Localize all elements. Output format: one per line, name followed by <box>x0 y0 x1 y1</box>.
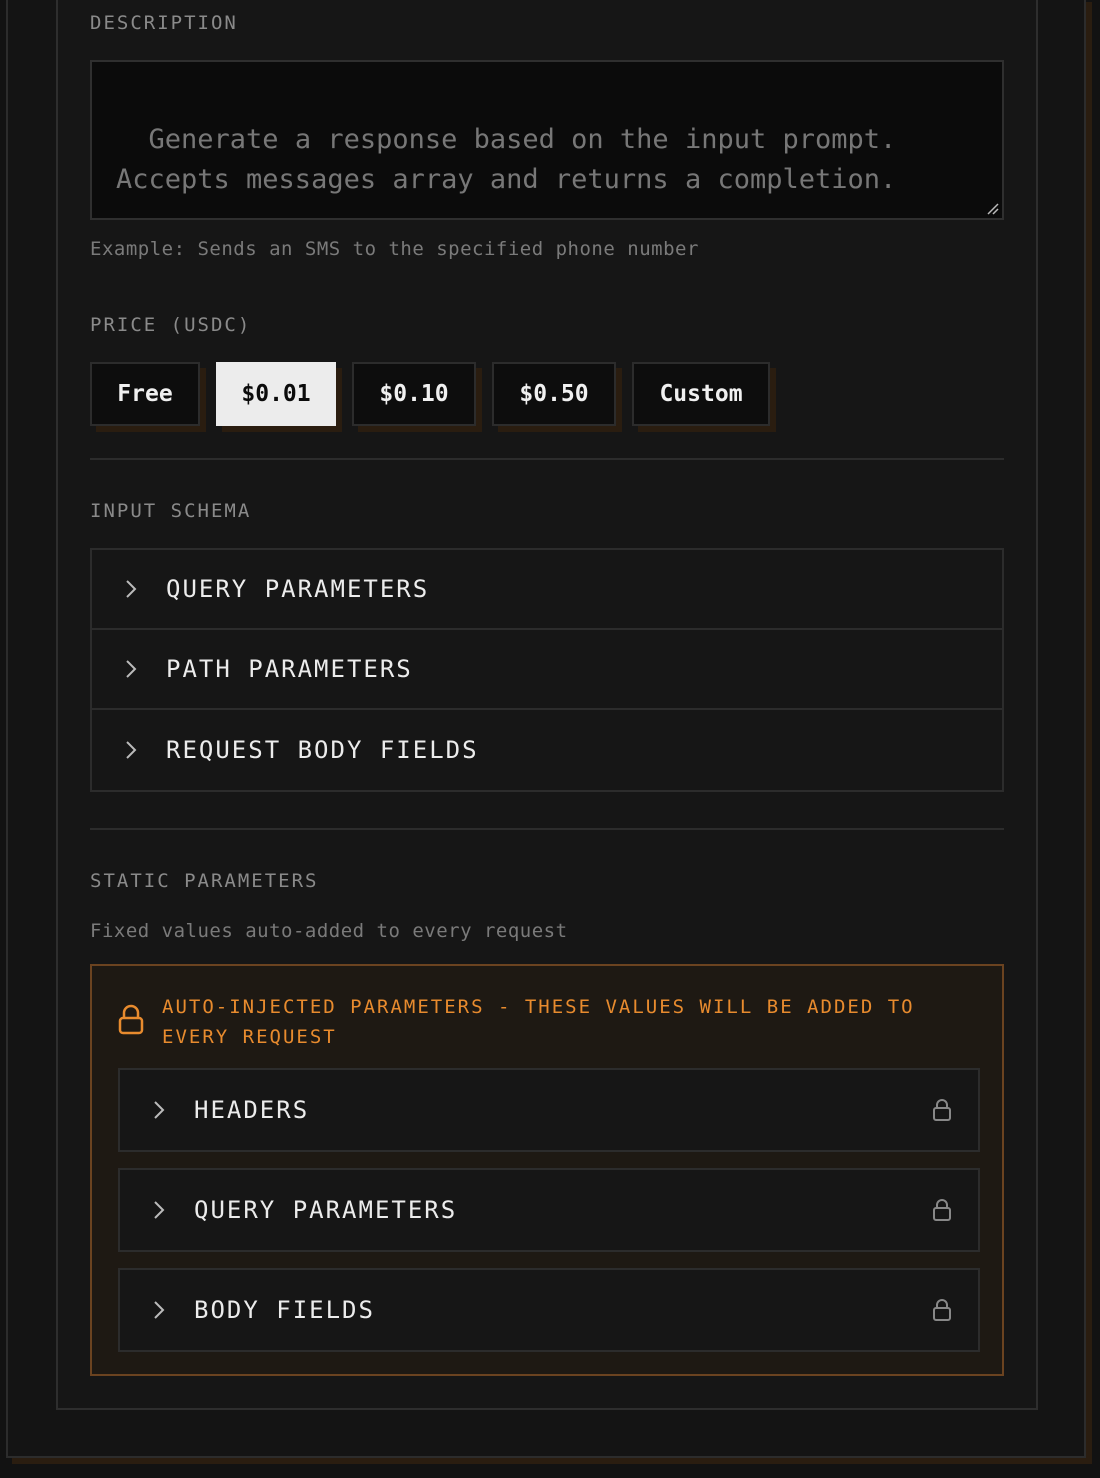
section-divider <box>90 458 1004 460</box>
price-option-0-10[interactable]: $0.10 <box>352 362 476 426</box>
lock-icon <box>933 1099 951 1121</box>
chevron-right-icon <box>124 657 144 681</box>
section-label: HEADERS <box>194 1096 310 1124</box>
input-schema-label: INPUT SCHEMA <box>90 500 252 522</box>
static-body-fields[interactable]: BODY FIELDS <box>118 1268 980 1352</box>
description-placeholder: Generate a response based on the input p… <box>116 124 897 195</box>
chevron-right-icon <box>124 738 144 762</box>
section-label: BODY FIELDS <box>194 1296 375 1324</box>
price-option-0-01[interactable]: $0.01 <box>216 362 336 426</box>
section-divider <box>90 828 1004 830</box>
auto-injected-warning: AUTO-INJECTED PARAMETERS - THESE VALUES … <box>162 996 915 1048</box>
static-parameters-label: STATIC PARAMETERS <box>90 870 319 892</box>
lock-icon <box>118 1004 144 1035</box>
section-label: PATH PARAMETERS <box>166 655 413 683</box>
input-schema-query-parameters[interactable]: QUERY PARAMETERS <box>92 550 1002 630</box>
input-schema-group: QUERY PARAMETERS PATH PARAMETERS REQUEST… <box>90 548 1004 792</box>
input-schema-request-body-fields[interactable]: REQUEST BODY FIELDS <box>92 710 1002 790</box>
input-schema-path-parameters[interactable]: PATH PARAMETERS <box>92 630 1002 710</box>
price-option-free[interactable]: Free <box>90 362 200 426</box>
chevron-right-icon <box>124 577 144 601</box>
price-option-custom[interactable]: Custom <box>632 362 770 426</box>
description-textarea[interactable]: Generate a response based on the input p… <box>90 60 1004 220</box>
static-parameters-box: AUTO-INJECTED PARAMETERS - THESE VALUES … <box>90 964 1004 1376</box>
lock-icon <box>933 1199 951 1221</box>
price-label: PRICE (USDC) <box>90 314 252 336</box>
section-label: QUERY PARAMETERS <box>166 575 430 603</box>
description-hint: Example: Sends an SMS to the specified p… <box>90 238 699 260</box>
static-parameters-hint: Fixed values auto-added to every request <box>90 920 568 942</box>
static-query-parameters[interactable]: QUERY PARAMETERS <box>118 1168 980 1252</box>
section-label: REQUEST BODY FIELDS <box>166 736 479 764</box>
lock-icon <box>933 1299 951 1321</box>
chevron-right-icon <box>152 1298 172 1322</box>
chevron-right-icon <box>152 1198 172 1222</box>
section-label: QUERY PARAMETERS <box>194 1196 458 1224</box>
resize-grip-icon[interactable] <box>987 203 999 215</box>
chevron-right-icon <box>152 1098 172 1122</box>
description-label: DESCRIPTION <box>90 12 238 34</box>
price-option-0-50[interactable]: $0.50 <box>492 362 616 426</box>
static-headers[interactable]: HEADERS <box>118 1068 980 1152</box>
